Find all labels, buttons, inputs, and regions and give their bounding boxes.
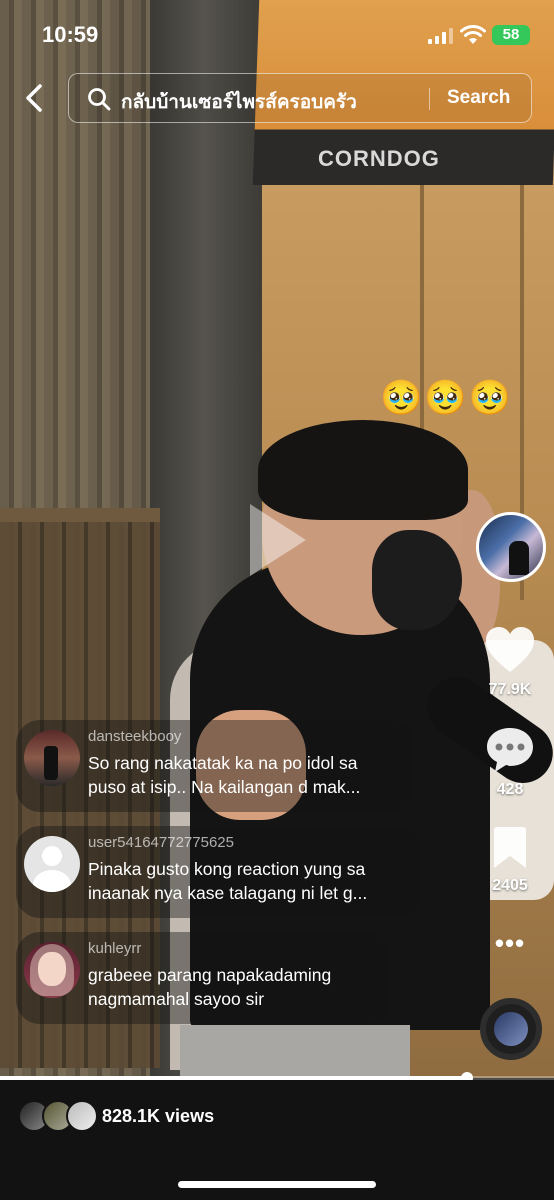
status-bar: 10:59 58 <box>0 0 554 70</box>
sticker-emojis: 🥹🥹🥹 <box>380 379 514 417</box>
comment-text-line: inaanak nya kase talagang ni let g... <box>88 883 368 903</box>
face-mask <box>372 530 462 630</box>
viewer-avatar <box>66 1100 98 1132</box>
comment-username[interactable]: dansteekbooy <box>88 728 181 745</box>
battery-indicator: 58 <box>492 25 530 45</box>
person-pants <box>180 1025 410 1078</box>
comment-text-line: So rang nakatatak ka na po idol sa <box>88 753 358 773</box>
bottom-bar: 828.1K views <box>0 1080 554 1200</box>
status-time: 10:59 <box>42 22 99 47</box>
bookmark-count: 2405 <box>492 877 528 894</box>
view-count[interactable]: 828.1K views <box>102 1106 214 1127</box>
comment-bubble-icon <box>487 728 533 772</box>
bookmark-icon <box>494 827 526 868</box>
comment-text: So rang nakatatak ka na po idol sa puso … <box>88 751 360 799</box>
comment-text: Pinaka gusto kong reaction yung sa inaan… <box>88 857 367 905</box>
heart-icon <box>486 627 534 672</box>
search-divider <box>429 88 430 110</box>
comment-text-line: grabeee parang napakadaming <box>88 965 332 985</box>
comment-item[interactable]: kuhleyrr grabeee parang napakadaming nag… <box>16 932 390 1024</box>
comment-text-line: Pinaka gusto kong reaction yung sa <box>88 859 366 879</box>
sound-disc-icon[interactable] <box>480 998 542 1060</box>
comment-text: grabeee parang napakadaming nagmamahal s… <box>88 963 331 1011</box>
search-query[interactable]: กลับบ้านเซอร์ไพรส์ครอบครัว <box>121 87 357 117</box>
commenter-avatar[interactable] <box>24 836 80 892</box>
like-button[interactable]: 77.9K <box>470 626 550 699</box>
more-options-icon[interactable]: ••• <box>470 928 550 959</box>
search-icon <box>88 88 111 111</box>
home-indicator[interactable] <box>178 1181 376 1188</box>
back-chevron-icon[interactable] <box>18 80 52 116</box>
comment-item[interactable]: dansteekbooy So rang nakatatak ka na po … <box>16 720 414 812</box>
bookmark-button[interactable]: 2405 <box>470 826 550 895</box>
comment-item[interactable]: user54164772775625 Pinaka gusto kong rea… <box>16 826 422 918</box>
comment-text-line: nagmamahal sayoo sir <box>88 989 265 1009</box>
comment-button[interactable]: 428 <box>470 726 550 799</box>
comment-count: 428 <box>496 781 524 798</box>
cellular-signal-icon <box>428 28 454 44</box>
like-count: 77.9K <box>488 681 532 698</box>
search-bar[interactable]: กลับบ้านเซอร์ไพรส์ครอบครัว Search <box>68 73 532 123</box>
play-icon[interactable] <box>246 500 310 580</box>
comment-username[interactable]: user54164772775625 <box>88 834 234 851</box>
commenter-avatar[interactable] <box>24 730 80 786</box>
shop-sign-text: CORNDOG <box>318 146 440 171</box>
search-button[interactable]: Search <box>447 87 510 109</box>
wifi-icon <box>460 25 486 44</box>
viewer-avatars[interactable] <box>18 1100 98 1132</box>
commenter-avatar[interactable] <box>24 942 80 998</box>
creator-avatar[interactable] <box>476 512 546 582</box>
fence-rail <box>0 508 160 522</box>
comment-username[interactable]: kuhleyrr <box>88 940 141 957</box>
comment-text-line: puso at isip.. Na kailangan d mak... <box>88 777 361 797</box>
